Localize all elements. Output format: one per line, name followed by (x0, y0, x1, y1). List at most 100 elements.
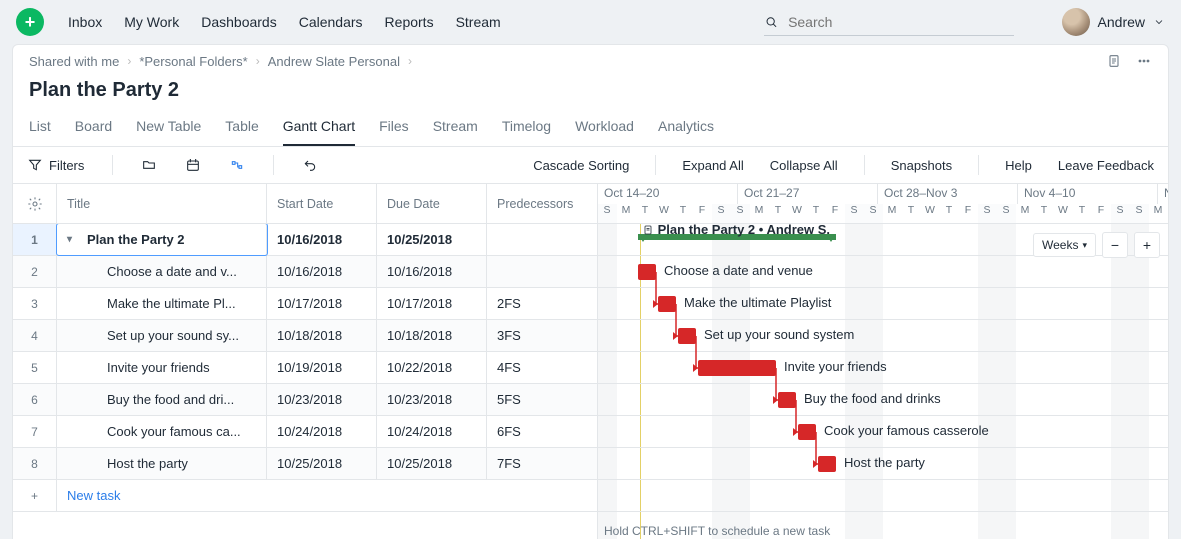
breadcrumb-item[interactable]: Shared with me (29, 54, 119, 69)
cell-due[interactable]: 10/17/2018 (377, 288, 487, 319)
nav-inbox[interactable]: Inbox (68, 14, 102, 30)
table-row[interactable]: 2Choose a date and v...10/16/201810/16/2… (13, 256, 597, 288)
cell-due[interactable]: 10/25/2018 (377, 448, 487, 479)
tab-timelog[interactable]: Timelog (502, 108, 551, 146)
more-icon[interactable] (1136, 53, 1152, 69)
table-row[interactable]: 4Set up your sound sy...10/18/201810/18/… (13, 320, 597, 352)
cell-start[interactable]: 10/24/2018 (267, 416, 377, 447)
cell-start[interactable]: 10/16/2018 (267, 224, 377, 255)
cell-start[interactable]: 10/25/2018 (267, 448, 377, 479)
day-label: F (959, 204, 978, 224)
tab-analytics[interactable]: Analytics (658, 108, 714, 146)
cell-due[interactable]: 10/25/2018 (377, 224, 487, 255)
cell-title[interactable]: Choose a date and v... (57, 256, 267, 287)
snapshots-button[interactable]: Snapshots (885, 154, 958, 177)
cell-title[interactable]: Invite your friends (57, 352, 267, 383)
cell-pred[interactable]: 2FS (487, 288, 592, 319)
add-row-icon[interactable]: + (13, 480, 57, 511)
collapse-icon[interactable]: ▾ (67, 234, 81, 245)
col-pred-header[interactable]: Predecessors (487, 184, 592, 223)
table-row[interactable]: 8Host the party10/25/201810/25/20187FS (13, 448, 597, 480)
cell-due[interactable]: 10/16/2018 (377, 256, 487, 287)
cell-pred[interactable]: 6FS (487, 416, 592, 447)
cascade-sorting-button[interactable]: Cascade Sorting (527, 154, 635, 177)
cell-start[interactable]: 10/23/2018 (267, 384, 377, 415)
global-search[interactable] (764, 9, 1014, 36)
task-bar[interactable]: Invite your friends (698, 360, 776, 376)
breadcrumb-item[interactable]: Andrew Slate Personal (268, 54, 400, 69)
cell-title[interactable]: Host the party (57, 448, 267, 479)
day-label: T (636, 204, 655, 224)
filters-button[interactable]: Filters (21, 153, 90, 177)
calendar-framing-button[interactable] (179, 153, 207, 177)
cell-due[interactable]: 10/24/2018 (377, 416, 487, 447)
cell-title[interactable]: ▾Plan the Party 2 (57, 224, 267, 255)
cell-title[interactable]: Cook your famous ca... (57, 416, 267, 447)
cell-due[interactable]: 10/18/2018 (377, 320, 487, 351)
zoom-out-button[interactable]: − (1102, 232, 1128, 258)
gantt-chart[interactable]: Oct 14–20Oct 21–27Oct 28–Nov 3Nov 4–10N … (598, 184, 1168, 539)
table-row[interactable]: 7Cook your famous ca...10/24/201810/24/2… (13, 416, 597, 448)
tab-table[interactable]: Table (225, 108, 258, 146)
help-button[interactable]: Help (999, 154, 1038, 177)
nav-dashboards[interactable]: Dashboards (201, 14, 277, 30)
undo-button[interactable] (296, 153, 324, 177)
cell-start[interactable]: 10/17/2018 (267, 288, 377, 319)
tab-stream[interactable]: Stream (433, 108, 478, 146)
cell-pred[interactable]: 7FS (487, 448, 592, 479)
leave-feedback-button[interactable]: Leave Feedback (1052, 154, 1160, 177)
cell-start[interactable]: 10/18/2018 (267, 320, 377, 351)
day-label: T (940, 204, 959, 224)
tab-workload[interactable]: Workload (575, 108, 634, 146)
nav-reports[interactable]: Reports (385, 14, 434, 30)
grid-settings-button[interactable] (13, 184, 57, 223)
task-bar[interactable]: Set up your sound system (678, 328, 696, 344)
dependency-toggle-button[interactable] (223, 153, 251, 177)
doc-icon[interactable] (1106, 53, 1122, 69)
toggle-wbs-button[interactable] (135, 153, 163, 177)
task-bar[interactable]: Cook your famous casserole (798, 424, 816, 440)
cell-title[interactable]: Set up your sound sy... (57, 320, 267, 351)
table-row[interactable]: 6Buy the food and dri...10/23/201810/23/… (13, 384, 597, 416)
global-add-button[interactable]: + (16, 8, 44, 36)
col-start-header[interactable]: Start Date (267, 184, 377, 223)
table-row[interactable]: 1▾Plan the Party 210/16/201810/25/2018 (13, 224, 597, 256)
nav-stream[interactable]: Stream (456, 14, 501, 30)
nav-my-work[interactable]: My Work (124, 14, 179, 30)
col-title-header[interactable]: Title (57, 184, 267, 223)
zoom-in-button[interactable]: + (1134, 232, 1160, 258)
tab-list[interactable]: List (29, 108, 51, 146)
tab-files[interactable]: Files (379, 108, 409, 146)
cell-pred[interactable] (487, 256, 592, 287)
cell-pred[interactable]: 3FS (487, 320, 592, 351)
cell-title[interactable]: Make the ultimate Pl... (57, 288, 267, 319)
cell-title[interactable]: Buy the food and dri... (57, 384, 267, 415)
cell-due[interactable]: 10/23/2018 (377, 384, 487, 415)
new-task-label[interactable]: New task (57, 480, 597, 511)
cell-due[interactable]: 10/22/2018 (377, 352, 487, 383)
search-input[interactable] (786, 13, 1013, 31)
table-row[interactable]: 3Make the ultimate Pl...10/17/201810/17/… (13, 288, 597, 320)
cell-pred[interactable] (487, 224, 592, 255)
task-bar[interactable]: Buy the food and drinks (778, 392, 796, 408)
task-bar[interactable]: Host the party (818, 456, 836, 472)
zoom-select[interactable]: Weeks ▾ (1033, 233, 1096, 257)
col-due-header[interactable]: Due Date (377, 184, 487, 223)
nav-calendars[interactable]: Calendars (299, 14, 363, 30)
breadcrumb-item[interactable]: *Personal Folders* (139, 54, 247, 69)
tab-board[interactable]: Board (75, 108, 112, 146)
expand-all-button[interactable]: Expand All (676, 154, 749, 177)
cell-pred[interactable]: 4FS (487, 352, 592, 383)
collapse-all-button[interactable]: Collapse All (764, 154, 844, 177)
user-menu[interactable]: Andrew (1062, 8, 1165, 36)
task-bar[interactable]: Make the ultimate Playlist (658, 296, 676, 312)
cell-start[interactable]: 10/16/2018 (267, 256, 377, 287)
cell-start[interactable]: 10/19/2018 (267, 352, 377, 383)
cell-pred[interactable]: 5FS (487, 384, 592, 415)
tab-gantt-chart[interactable]: Gantt Chart (283, 108, 355, 146)
table-row[interactable]: 5Invite your friends10/19/201810/22/2018… (13, 352, 597, 384)
task-bar[interactable]: Choose a date and venue (638, 264, 656, 280)
tab-new-table[interactable]: New Table (136, 108, 201, 146)
row-number: 2 (13, 256, 57, 287)
new-task-row[interactable]: +New task (13, 480, 597, 512)
